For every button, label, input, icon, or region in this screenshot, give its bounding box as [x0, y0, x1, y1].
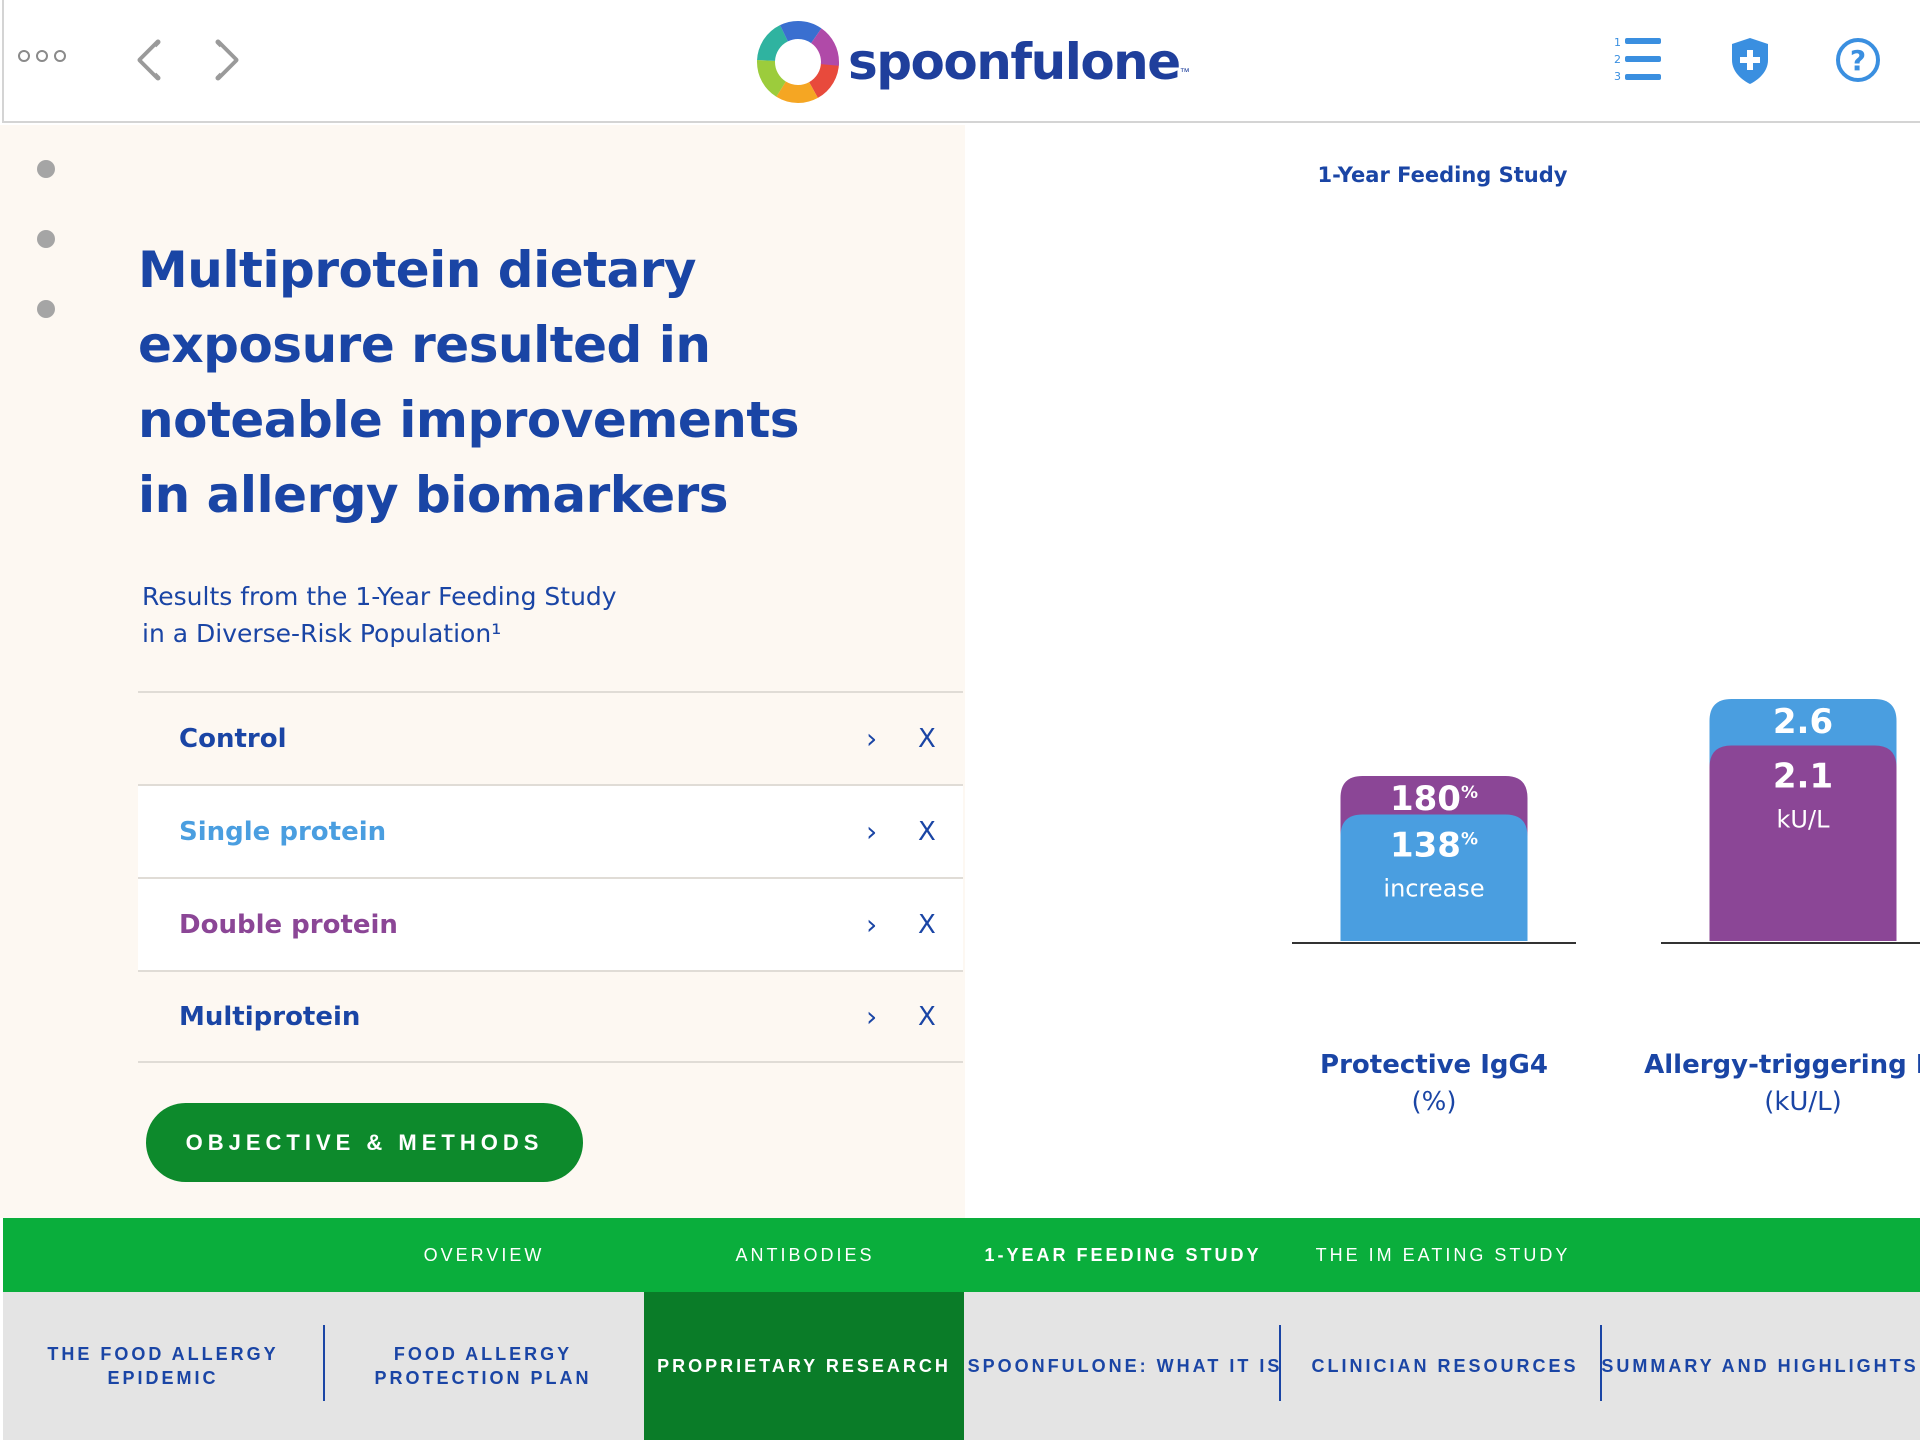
shield-plus-icon[interactable] [1720, 30, 1780, 90]
category-label-ige: Allergy-triggering IgE (kU/L) [1623, 1047, 1920, 1121]
svg-text:?: ? [1850, 44, 1866, 77]
nav-divider [1279, 1325, 1281, 1401]
more-dots-icon[interactable] [18, 50, 66, 62]
data-sublabel: increase [1383, 875, 1484, 903]
legend-item-single-protein[interactable]: Single protein › X [138, 784, 963, 877]
legend-item-double-protein[interactable]: Double protein › X [138, 877, 963, 970]
data-sublabel: kU/L [1777, 806, 1831, 834]
pager-dot[interactable] [37, 300, 55, 318]
legend-label: Control [179, 723, 287, 754]
pager-dot[interactable] [37, 160, 55, 178]
logo-trademark: ™ [1179, 67, 1190, 78]
chevron-right-icon[interactable]: › [866, 722, 877, 755]
page-title: Multiprotein dietary exposure resulted i… [138, 241, 800, 524]
pager-dot[interactable] [37, 230, 55, 248]
numbered-list-icon[interactable]: 1 2 3 [1608, 30, 1668, 90]
forward-arrow-icon[interactable] [212, 38, 242, 82]
legend-label: Multiprotein [179, 1001, 361, 1032]
content-panel: Multiprotein dietary exposure resulted i… [0, 125, 965, 1218]
back-arrow-icon[interactable] [134, 38, 164, 82]
logo-ring-icon [757, 21, 839, 103]
tab-antibodies[interactable]: ANTIBODIES [655, 1218, 955, 1292]
chevron-right-icon[interactable]: › [866, 815, 877, 848]
svg-text:2: 2 [1614, 53, 1621, 66]
tab-1-year-feeding-study[interactable]: 1-YEAR FEEDING STUDY [973, 1218, 1273, 1292]
svg-text:1: 1 [1614, 36, 1621, 49]
section-subnav: OVERVIEW ANTIBODIES 1-YEAR FEEDING STUDY… [3, 1218, 1920, 1292]
nav-proprietary-research[interactable]: PROPRIETARY RESEARCH [644, 1292, 964, 1440]
close-icon[interactable]: X [918, 1002, 936, 1032]
category-unit: (kU/L) [1764, 1087, 1842, 1117]
close-icon[interactable]: X [918, 724, 936, 754]
nav-summary-and-highlights[interactable]: SUMMARY AND HIGHLIGHTS [1600, 1292, 1920, 1440]
objective-methods-button[interactable]: OBJECTIVE & METHODS [146, 1103, 583, 1182]
nav-food-allergy-epidemic[interactable]: THE FOOD ALLERGY EPIDEMIC [3, 1292, 323, 1440]
chevron-right-icon[interactable]: › [866, 1000, 877, 1033]
legend-item-control[interactable]: Control › X [138, 691, 963, 784]
data-label: 2.6 [1773, 702, 1833, 742]
close-icon[interactable]: X [918, 817, 936, 847]
spoonfulone-logo: spoonfulone ™ [756, 20, 1190, 104]
tab-im-eating-study[interactable]: THE IM EATING STUDY [1293, 1218, 1593, 1292]
group-legend: Control › X Single protein › X Double pr… [138, 691, 963, 1063]
tab-overview[interactable]: OVERVIEW [334, 1218, 634, 1292]
legend-label: Double protein [179, 909, 398, 940]
close-icon[interactable]: X [918, 910, 936, 940]
nav-spoonfulone-what-it-is[interactable]: SPOONFULONE: WHAT IT IS [965, 1292, 1285, 1440]
chart-panel: 1-Year Feeding Study 180% 138% increase 2.6… [965, 125, 1920, 1218]
svg-text:3: 3 [1614, 70, 1621, 83]
subtitle-line: in a Diverse-Risk Population¹ [142, 619, 502, 648]
data-label: 2.1 [1773, 757, 1833, 797]
nav-food-allergy-protection-plan[interactable]: FOOD ALLERGY PROTECTION PLAN [323, 1292, 643, 1440]
nav-clinician-resources[interactable]: CLINICIAN RESOURCES [1285, 1292, 1605, 1440]
category-name: Allergy-triggering IgE [1644, 1050, 1920, 1080]
category-unit: (%) [1411, 1087, 1457, 1117]
app-header: spoonfulone ™ 1 2 3 ? [2, 0, 1920, 123]
legend-item-multiprotein[interactable]: Multiprotein › X [138, 970, 963, 1063]
legend-label: Single protein [179, 816, 387, 847]
page-subtitle: Results from the 1-Year Feeding Study in… [142, 578, 742, 652]
logo-wordmark: spoonfulone [848, 33, 1181, 91]
subtitle-line: Results from the 1-Year Feeding Study [142, 582, 617, 611]
help-icon[interactable]: ? [1828, 30, 1888, 90]
main-nav: THE FOOD ALLERGY EPIDEMIC FOOD ALLERGY P… [3, 1292, 1920, 1440]
category-name: Protective IgG4 [1320, 1050, 1548, 1080]
category-label-igg4: Protective IgG4 (%) [1254, 1047, 1614, 1121]
chevron-right-icon[interactable]: › [866, 908, 877, 941]
